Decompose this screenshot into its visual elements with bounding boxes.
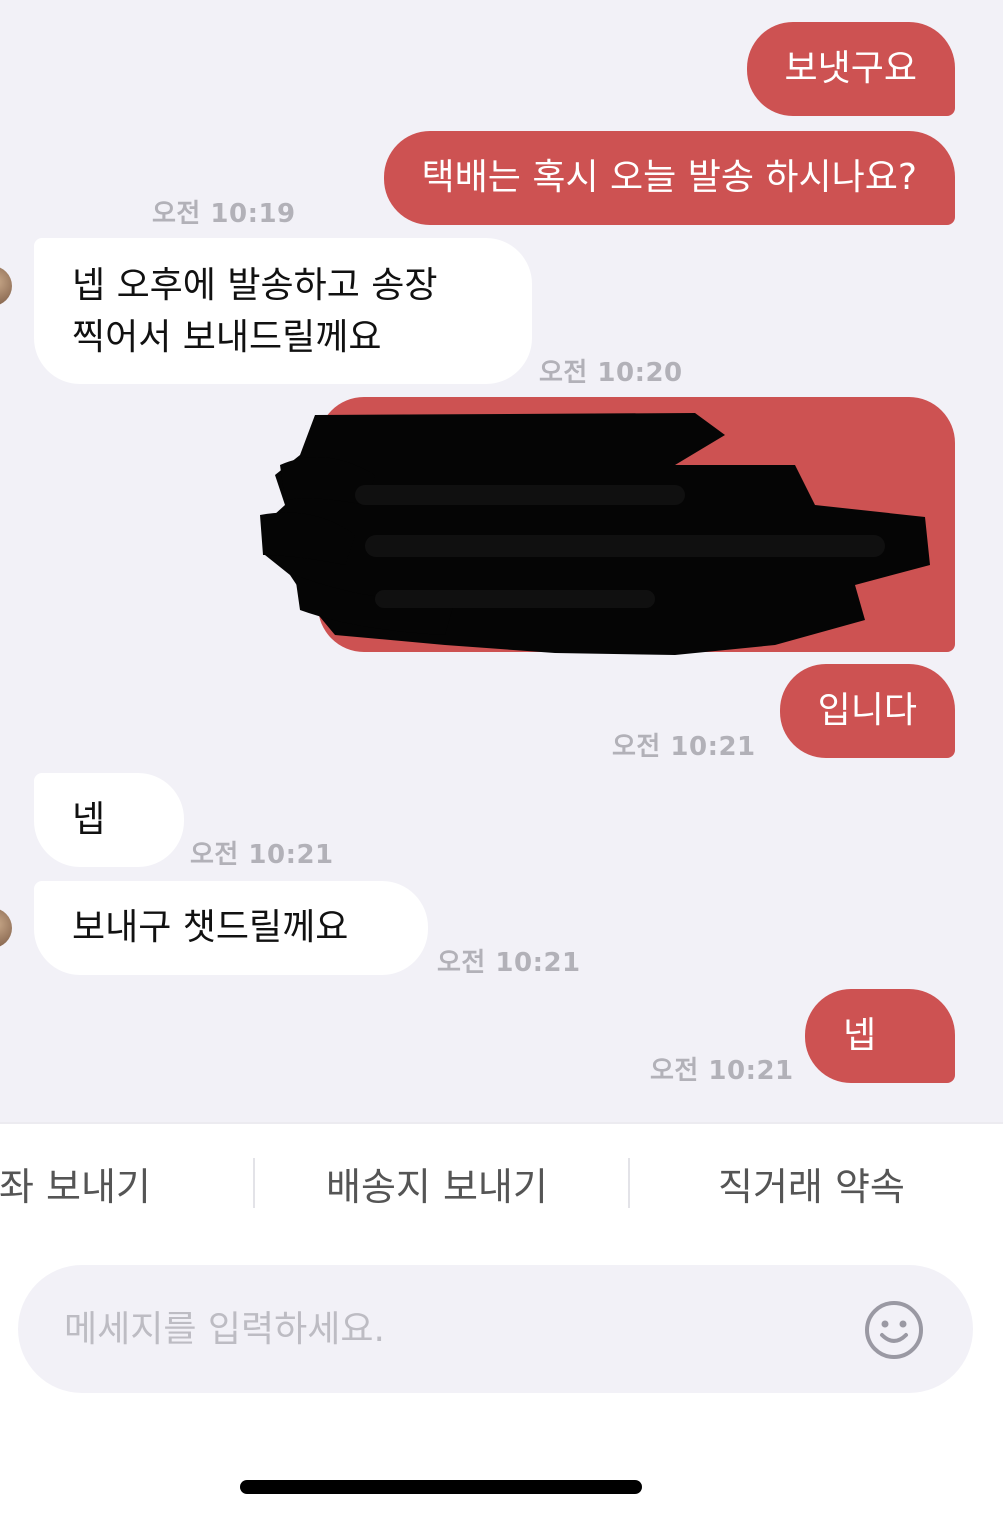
message-text-line: 넵 오후에 발송하고 송장 bbox=[72, 265, 438, 306]
message-text: 넵 bbox=[843, 1015, 877, 1056]
message-timestamp: 오전 10:19 bbox=[152, 199, 296, 229]
message-text: 입니다 bbox=[817, 690, 917, 731]
message-text: 택배는 혹시 오늘 발송 하시나요? bbox=[421, 157, 917, 198]
message-timestamp: 오전 10:21 bbox=[612, 732, 756, 762]
meetup-promise-button[interactable]: 직거래 약속 bbox=[718, 1156, 905, 1211]
quick-action-divider bbox=[253, 1158, 255, 1208]
incoming-message[interactable]: 보내구 챗드릴께요 bbox=[34, 881, 428, 975]
redaction-scribble bbox=[260, 413, 930, 655]
message-input[interactable] bbox=[62, 1295, 846, 1363]
send-account-button[interactable]: 계좌 보내기 bbox=[0, 1156, 151, 1211]
partner-avatar[interactable] bbox=[0, 908, 12, 948]
message-timestamp: 오전 10:21 bbox=[650, 1056, 794, 1086]
incoming-message[interactable]: 넵 오후에 발송하고 송장 찍어서 보내드릴께요 bbox=[34, 238, 532, 384]
message-text: 보내구 챗드릴께요 bbox=[72, 907, 349, 948]
partner-avatar[interactable] bbox=[0, 266, 12, 306]
send-shipping-address-button[interactable]: 배송지 보내기 bbox=[326, 1156, 548, 1211]
outgoing-message[interactable]: 택배는 혹시 오늘 발송 하시나요? bbox=[383, 131, 955, 225]
quick-action-divider bbox=[628, 1158, 630, 1208]
message-composer bbox=[18, 1265, 973, 1393]
home-indicator[interactable] bbox=[240, 1480, 642, 1494]
message-text-line: 찍어서 보내드릴께요 bbox=[72, 317, 382, 358]
message-timestamp: 오전 10:21 bbox=[190, 840, 334, 870]
smiley-icon[interactable] bbox=[863, 1299, 925, 1361]
outgoing-message[interactable]: 보냇구요 bbox=[746, 22, 955, 116]
message-timestamp: 오전 10:21 bbox=[437, 948, 581, 978]
message-text: 넵 bbox=[72, 799, 106, 840]
outgoing-message[interactable]: 넵 bbox=[805, 989, 955, 1083]
incoming-message[interactable]: 넵 bbox=[34, 773, 184, 867]
chat-message-list[interactable]: 보냇구요 택배는 혹시 오늘 발송 하시나요? 오전 10:19 넵 오후에 발… bbox=[0, 0, 1003, 1122]
message-text: 보냇구요 bbox=[784, 48, 917, 89]
message-timestamp: 오전 10:20 bbox=[539, 358, 683, 388]
outgoing-message[interactable]: 입니다 bbox=[779, 664, 955, 758]
quick-action-bar: 계좌 보내기 배송지 보내기 직거래 약속 bbox=[0, 1122, 1003, 1240]
